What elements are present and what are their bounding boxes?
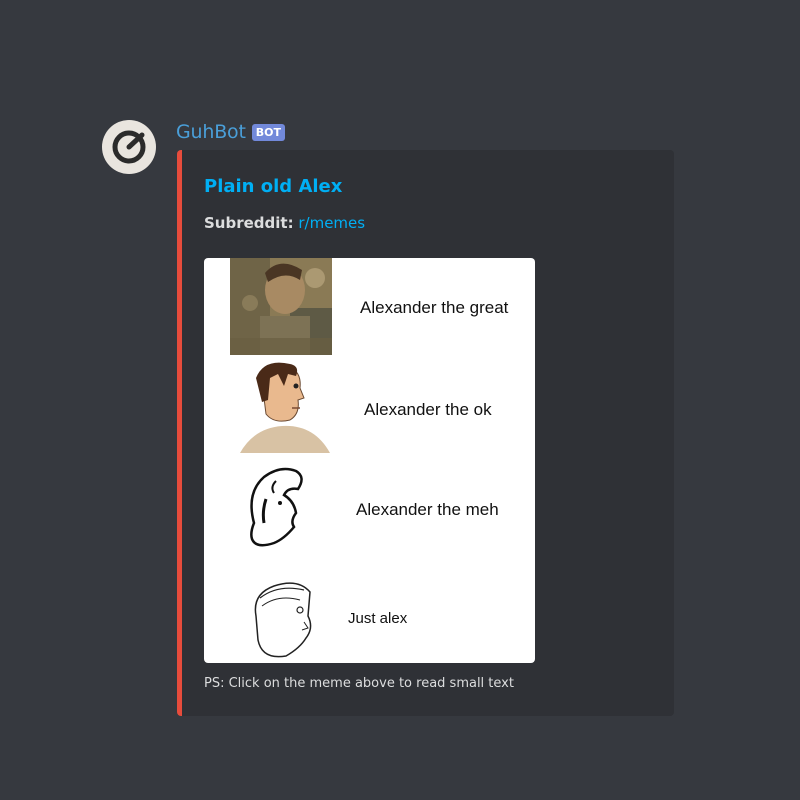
subreddit-label: Subreddit: [204,214,294,232]
meme-caption: Alexander the ok [364,400,492,419]
meme-caption: Alexander the meh [356,500,499,519]
embed-title-link[interactable]: Plain old Alex [204,176,342,197]
reddit-embed: Plain old Alex Subreddit: r/memes Alexan… [177,150,674,716]
scribble-portrait-picture [254,582,312,658]
chat-message: GuhBot BOT Plain old Alex Subreddit: r/m… [0,0,800,800]
username[interactable]: GuhBot [176,121,246,143]
mosaic-portrait-picture [230,258,332,355]
subreddit-link[interactable]: r/memes [298,214,365,232]
meme-row: Alexander the great [204,258,535,358]
guhbot-logo-icon [112,130,146,164]
meme-row: Alexander the meh [204,458,535,563]
embed-description: Subreddit: r/memes [204,214,365,232]
meme-image[interactable]: Alexander the great Alexander the ok Ale… [204,258,535,663]
message-header: GuhBot BOT [176,120,285,144]
meme-row: Just alex [204,568,535,663]
crude-colored-portrait-picture [240,362,330,453]
bot-avatar[interactable] [102,120,156,174]
meme-caption: Just alex [348,610,408,627]
meme-caption: Alexander the great [360,298,509,317]
meme-row: Alexander the ok [204,358,535,458]
bot-badge: BOT [251,123,285,141]
embed-footer: PS: Click on the meme above to read smal… [204,676,514,691]
line-sketch-portrait-picture [250,467,303,547]
